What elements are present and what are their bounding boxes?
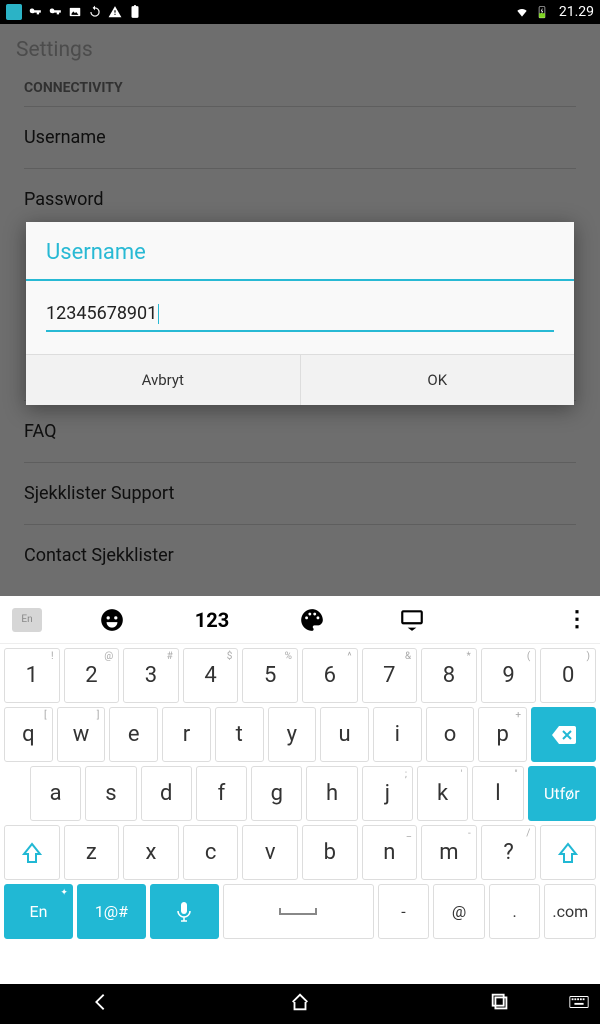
home-icon[interactable] [289,991,311,1017]
key-5[interactable]: 5% [242,648,298,703]
key-a[interactable]: a [30,766,81,821]
key-i[interactable]: i [373,707,422,762]
username-dialog: Username 12345678901 Avbryt OK [26,222,574,405]
recents-icon[interactable] [489,991,511,1017]
soft-keyboard: En 123 ⋮ 1!2@3#4$5%6^7&8*9(0) q[w]ertyui… [0,596,600,984]
key-d[interactable]: d [141,766,192,821]
key-e[interactable]: e [109,707,158,762]
key-p[interactable]: p+ [478,707,527,762]
key-7[interactable]: 7& [362,648,418,703]
keyboard-toolbar: En 123 ⋮ [0,596,600,644]
username-input[interactable]: 12345678901 [46,299,554,332]
status-bar: 21.29 [0,0,600,24]
key-9[interactable]: 9( [481,648,537,703]
key-s[interactable]: s [85,766,136,821]
key-v[interactable]: v [242,825,298,880]
key-n[interactable]: n_ [362,825,418,880]
key-o[interactable]: o [426,707,475,762]
key-k[interactable]: k' [417,766,468,821]
key-t[interactable]: t [215,707,264,762]
key-4[interactable]: 4$ [183,648,239,703]
key-6[interactable]: 6^ [302,648,358,703]
clipboard-icon [128,5,142,19]
key-y[interactable]: y [268,707,317,762]
key-w[interactable]: w] [57,707,106,762]
keyboard-lang-chip[interactable]: En [12,608,42,632]
key-0[interactable]: 0) [540,648,596,703]
lang-key[interactable]: ✦En [4,884,73,939]
backspace-key[interactable] [531,707,596,762]
key-f[interactable]: f [196,766,247,821]
keyboard-hide-icon[interactable] [382,607,442,633]
shift-key[interactable] [540,825,596,880]
key-u[interactable]: u [320,707,369,762]
key-z[interactable]: z [64,825,120,880]
cancel-button[interactable]: Avbryt [26,355,300,405]
palette-icon[interactable] [282,607,342,633]
key-b[interactable]: b [302,825,358,880]
enter-key[interactable]: Utfør [528,766,597,821]
key-r[interactable]: r [162,707,211,762]
key-x[interactable]: x [123,825,179,880]
keyboard-more-icon[interactable]: ⋮ [562,607,592,632]
key-m[interactable]: m- [421,825,477,880]
dialog-title: Username [26,222,574,281]
key-8[interactable]: 8* [421,648,477,703]
key-q[interactable]: q[ [4,707,53,762]
key-j[interactable]: j; [362,766,413,821]
mic-key[interactable] [150,884,219,939]
text-caret [158,304,159,324]
key-.[interactable]: . [489,884,541,939]
ok-button[interactable]: OK [300,355,575,405]
key-g[interactable]: g [251,766,302,821]
wifi-icon [515,5,529,19]
username-input-value: 12345678901 [46,303,157,324]
symbols-key[interactable]: 1@# [77,884,146,939]
key-1[interactable]: 1! [4,648,60,703]
keyboard-123-button[interactable]: 123 [182,608,242,632]
key-c[interactable]: c [183,825,239,880]
app-icon [6,4,22,20]
dotcom-key[interactable]: .com [544,884,596,939]
key-3[interactable]: 3# [123,648,179,703]
key--[interactable]: - [378,884,430,939]
key-l[interactable]: l" [472,766,523,821]
shift-key[interactable] [4,825,60,880]
back-icon[interactable] [89,991,111,1017]
key-2[interactable]: 2@ [64,648,120,703]
key-icon [28,5,42,19]
key-?[interactable]: ?/ [481,825,537,880]
status-clock: 21.29 [559,4,594,20]
navigation-bar [0,984,600,1024]
key-@[interactable]: @ [433,884,485,939]
image-icon [68,5,82,19]
battery-charging-icon [535,5,549,19]
emoji-icon[interactable] [82,607,142,633]
key-icon [48,5,62,19]
key-h[interactable]: h [306,766,357,821]
warning-icon [108,5,122,19]
sync-icon [88,5,102,19]
space-key[interactable] [223,884,374,939]
keyboard-switch-icon[interactable] [568,991,590,1017]
